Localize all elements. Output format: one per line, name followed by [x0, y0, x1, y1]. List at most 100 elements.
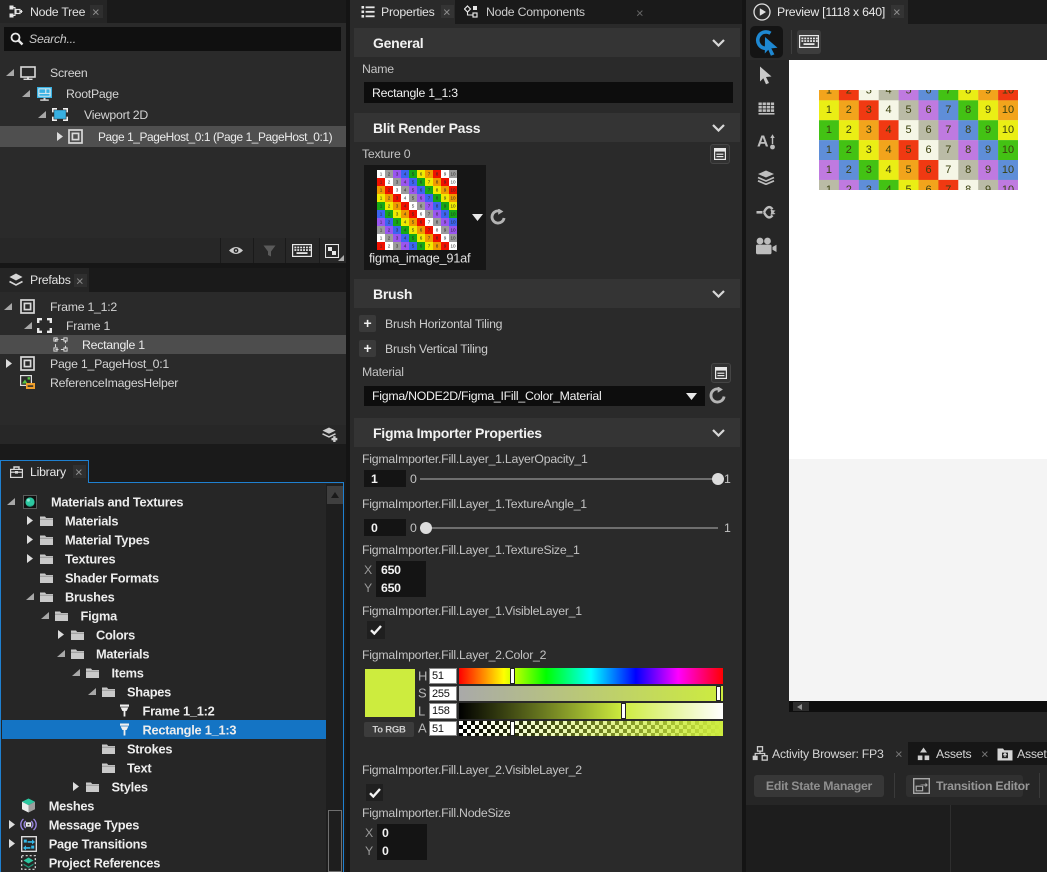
svg-text:8: 8	[965, 90, 971, 96]
svg-text:3: 3	[396, 196, 399, 201]
svg-text:4: 4	[404, 228, 407, 233]
svg-text:9: 9	[985, 144, 991, 156]
svg-text:2: 2	[388, 244, 391, 249]
svg-text:9: 9	[985, 124, 991, 136]
svg-text:7: 7	[945, 90, 951, 96]
svg-text:4: 4	[404, 204, 407, 209]
svg-text:2: 2	[388, 196, 391, 201]
svg-text:2: 2	[388, 172, 391, 177]
svg-text:8: 8	[436, 172, 439, 177]
svg-text:8: 8	[965, 164, 971, 176]
svg-text:10: 10	[1002, 144, 1014, 156]
svg-text:5: 5	[905, 104, 911, 116]
svg-text:1: 1	[380, 244, 383, 249]
svg-text:2: 2	[846, 104, 852, 116]
svg-text:8: 8	[436, 180, 439, 185]
svg-text:3: 3	[866, 124, 872, 136]
svg-text:9: 9	[444, 172, 447, 177]
svg-text:5: 5	[905, 90, 911, 96]
svg-text:1: 1	[380, 172, 383, 177]
svg-text:10: 10	[1002, 184, 1014, 190]
svg-text:7: 7	[428, 220, 431, 225]
svg-text:8: 8	[965, 184, 971, 190]
svg-text:9: 9	[985, 164, 991, 176]
svg-text:9: 9	[444, 228, 447, 233]
svg-text:2: 2	[846, 164, 852, 176]
svg-text:7: 7	[945, 184, 951, 190]
svg-text:2: 2	[388, 220, 391, 225]
svg-text:1: 1	[826, 104, 832, 116]
svg-text:1: 1	[380, 228, 383, 233]
svg-text:1: 1	[380, 212, 383, 217]
svg-text:4: 4	[404, 236, 407, 241]
svg-text:10: 10	[450, 172, 456, 177]
svg-text:6: 6	[925, 184, 931, 190]
svg-text:8: 8	[965, 124, 971, 136]
svg-text:8: 8	[436, 196, 439, 201]
svg-text:1: 1	[826, 144, 832, 156]
svg-text:6: 6	[925, 144, 931, 156]
svg-text:3: 3	[866, 164, 872, 176]
svg-text:6: 6	[925, 164, 931, 176]
svg-text:2: 2	[388, 204, 391, 209]
svg-text:3: 3	[396, 204, 399, 209]
svg-text:10: 10	[450, 196, 456, 201]
svg-text:10: 10	[450, 220, 456, 225]
svg-text:3: 3	[866, 104, 872, 116]
svg-text:9: 9	[444, 212, 447, 217]
svg-text:8: 8	[436, 212, 439, 217]
svg-text:2: 2	[388, 236, 391, 241]
svg-text:10: 10	[450, 180, 456, 185]
svg-text:4: 4	[404, 196, 407, 201]
svg-text:3: 3	[396, 228, 399, 233]
svg-text:9: 9	[985, 90, 991, 96]
svg-text:5: 5	[412, 204, 415, 209]
svg-text:1: 1	[380, 180, 383, 185]
svg-text:9: 9	[444, 180, 447, 185]
svg-text:7: 7	[945, 144, 951, 156]
svg-text:7: 7	[945, 104, 951, 116]
svg-text:1: 1	[380, 204, 383, 209]
svg-text:6: 6	[420, 188, 423, 193]
svg-text:7: 7	[428, 244, 431, 249]
svg-text:7: 7	[428, 172, 431, 177]
svg-text:2: 2	[388, 180, 391, 185]
svg-text:3: 3	[396, 172, 399, 177]
svg-text:4: 4	[404, 212, 407, 217]
svg-text:5: 5	[905, 184, 911, 190]
svg-text:8: 8	[436, 220, 439, 225]
svg-text:4: 4	[404, 220, 407, 225]
svg-text:2: 2	[388, 212, 391, 217]
svg-text:3: 3	[396, 220, 399, 225]
svg-text:9: 9	[444, 188, 447, 193]
svg-text:9: 9	[444, 196, 447, 201]
svg-text:7: 7	[428, 180, 431, 185]
svg-text:7: 7	[945, 124, 951, 136]
svg-text:8: 8	[436, 228, 439, 233]
svg-text:6: 6	[420, 180, 423, 185]
svg-text:10: 10	[450, 204, 456, 209]
svg-text:6: 6	[925, 124, 931, 136]
svg-text:3: 3	[396, 236, 399, 241]
svg-text:7: 7	[428, 188, 431, 193]
svg-text:10: 10	[450, 212, 456, 217]
svg-text:4: 4	[886, 164, 892, 176]
svg-text:2: 2	[388, 228, 391, 233]
svg-text:1: 1	[826, 124, 832, 136]
svg-text:9: 9	[444, 236, 447, 241]
svg-text:9: 9	[444, 204, 447, 209]
svg-text:3: 3	[396, 212, 399, 217]
svg-text:5: 5	[412, 228, 415, 233]
svg-text:2: 2	[846, 90, 852, 96]
svg-text:5: 5	[905, 164, 911, 176]
svg-text:10: 10	[1002, 104, 1014, 116]
svg-text:7: 7	[428, 196, 431, 201]
svg-text:4: 4	[886, 104, 892, 116]
svg-text:5: 5	[412, 188, 415, 193]
svg-text:6: 6	[420, 212, 423, 217]
svg-text:6: 6	[420, 236, 423, 241]
svg-text:10: 10	[450, 188, 456, 193]
svg-text:4: 4	[404, 188, 407, 193]
svg-text:3: 3	[866, 184, 872, 190]
svg-text:9: 9	[444, 220, 447, 225]
